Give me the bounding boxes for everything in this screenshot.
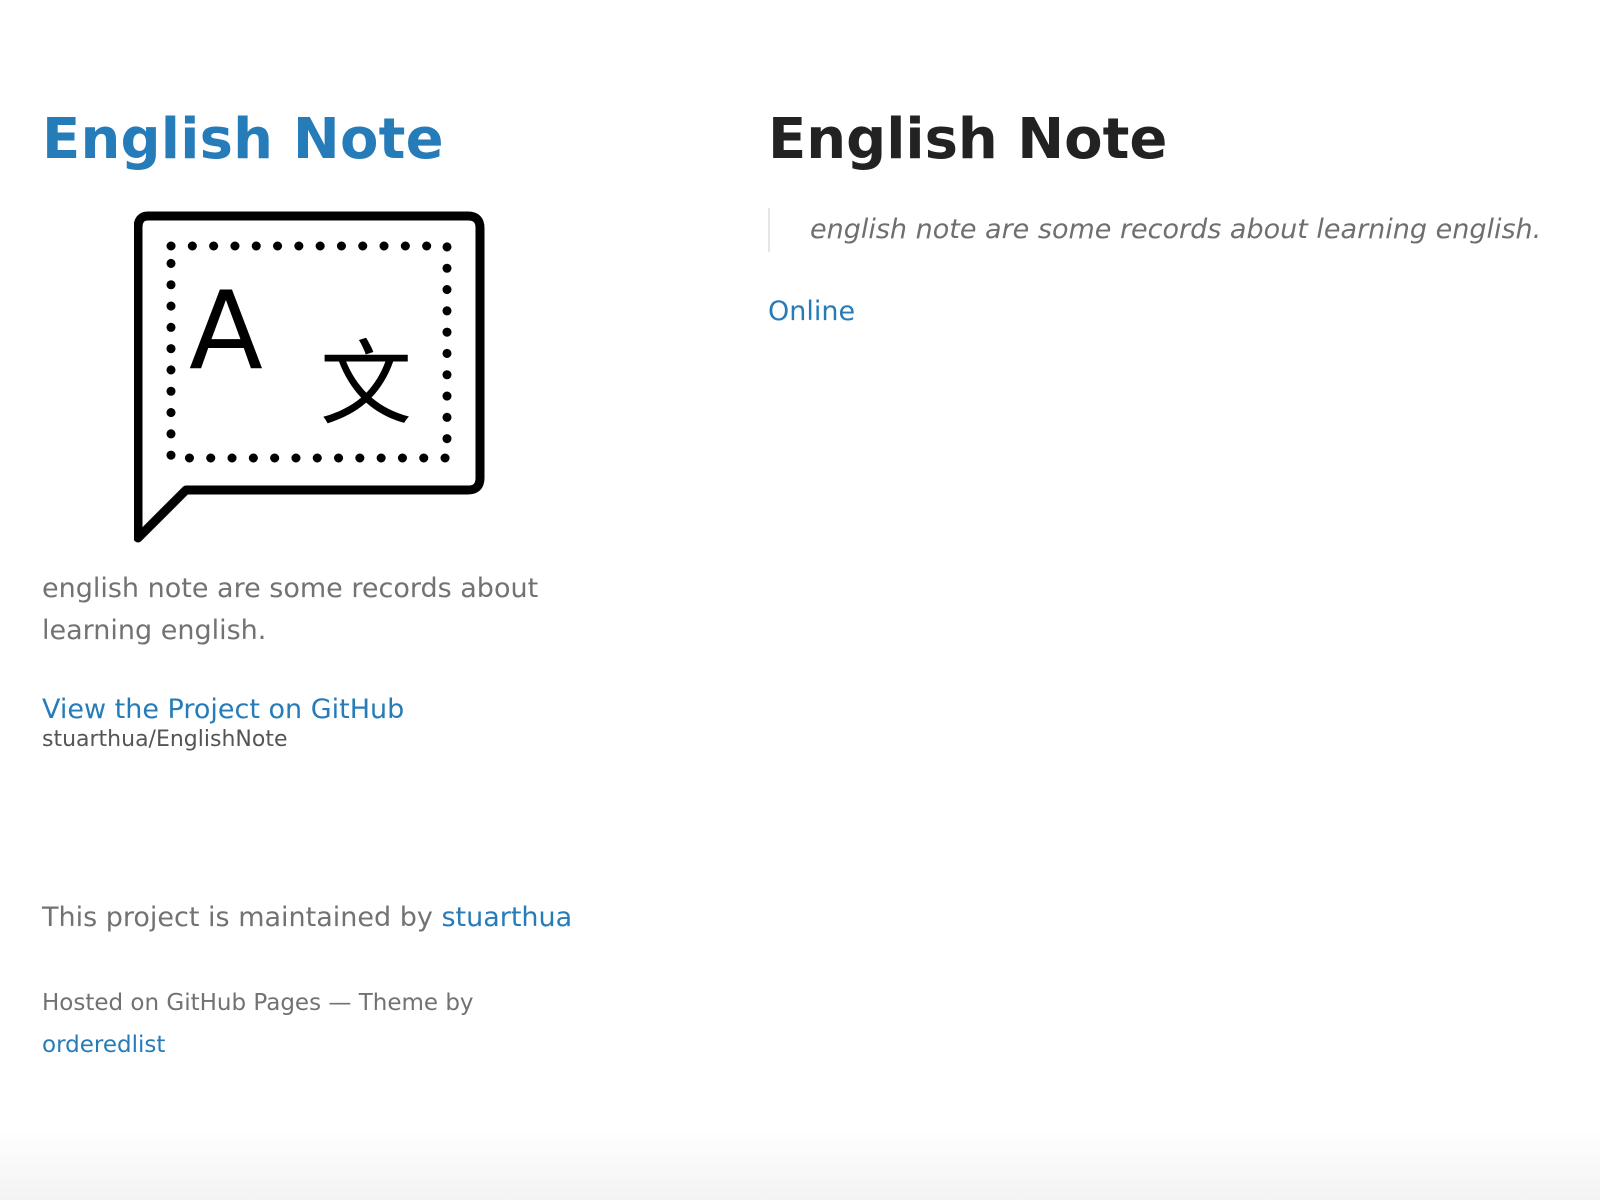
page-title: English Note — [768, 107, 1168, 172]
maintained-by-text: This project is maintained by stuarthua — [42, 898, 572, 938]
site-description: english note are some records about lear… — [42, 573, 539, 646]
view-project-link[interactable]: View the Project on GitHub — [42, 694, 602, 726]
bottom-fade — [0, 1130, 1600, 1200]
logo-latin-glyph: A — [189, 269, 263, 394]
hosted-on-text: Hosted on GitHub Pages — Theme by ordere… — [42, 982, 502, 1066]
maintainer-link[interactable]: stuarthua — [441, 902, 572, 933]
repo-name: stuarthua/EnglishNote — [42, 727, 288, 752]
main-content: English Note english note are some recor… — [768, 100, 1558, 332]
online-link[interactable]: Online — [768, 292, 855, 332]
sidebar-header: English Note A 文 english note are some r… — [42, 100, 602, 754]
hosted-prefix: Hosted on GitHub Pages — Theme by — [42, 990, 474, 1016]
maintained-prefix: This project is maintained by — [42, 902, 442, 933]
logo-cjk-glyph: 文 — [320, 331, 412, 438]
theme-author-link[interactable]: orderedlist — [42, 1032, 165, 1058]
site-title-link[interactable]: English Note — [42, 100, 444, 180]
page: English Note A 文 english note are some r… — [0, 0, 1600, 1200]
translate-speech-bubble-icon: A 文 — [133, 206, 494, 554]
description-blockquote: english note are some records about lear… — [768, 208, 1558, 252]
